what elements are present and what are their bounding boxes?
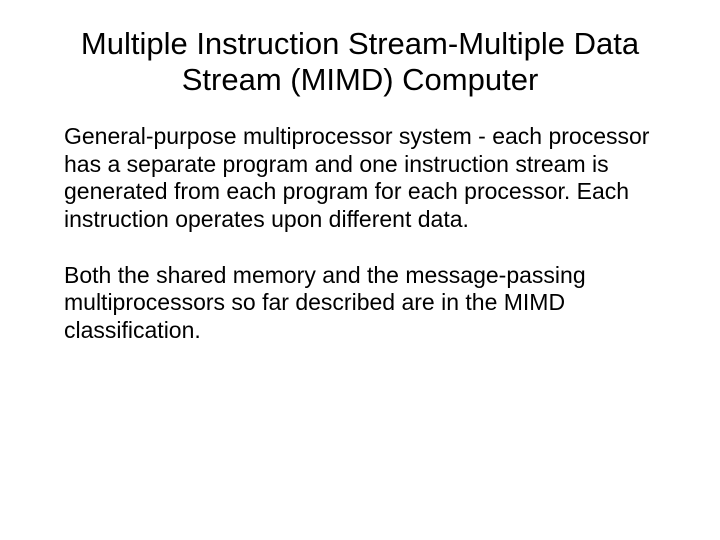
slide: Multiple Instruction Stream-Multiple Dat… — [0, 26, 720, 540]
slide-body: General-purpose multiprocessor system - … — [64, 123, 666, 344]
body-paragraph-2: Both the shared memory and the message-p… — [64, 262, 666, 345]
body-paragraph-1: General-purpose multiprocessor system - … — [64, 123, 666, 233]
slide-title: Multiple Instruction Stream-Multiple Dat… — [40, 26, 680, 97]
